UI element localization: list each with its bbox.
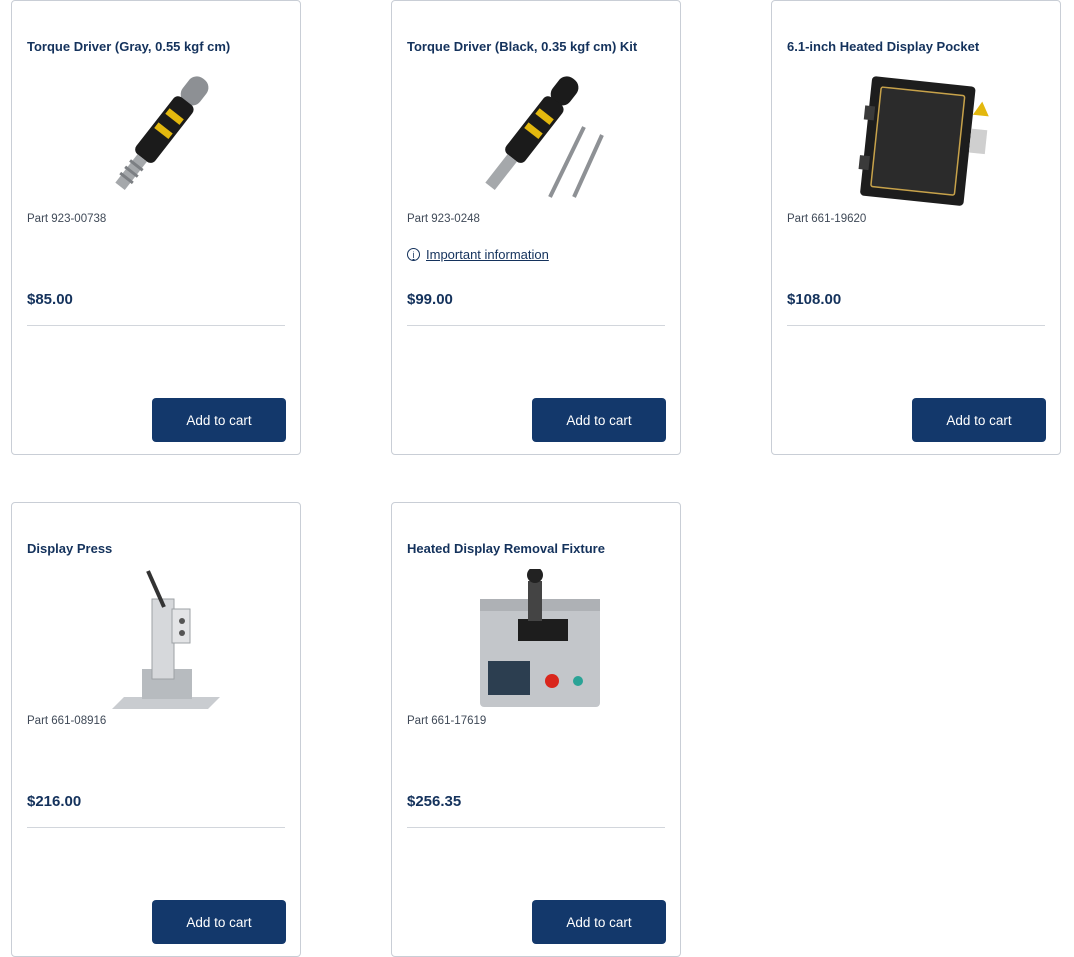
product-card: Display Press Part 661-08916 $216.00 Add… — [11, 502, 301, 957]
price: $85.00 — [27, 291, 73, 308]
divider — [787, 325, 1045, 326]
divider — [407, 325, 665, 326]
product-card: Heated Display Removal Fixture Part 661-… — [391, 502, 681, 957]
divider — [27, 827, 285, 828]
price: $108.00 — [787, 291, 842, 308]
part-number: Part 661-08916 — [27, 715, 107, 727]
product-title[interactable]: Torque Driver (Black, 0.35 kgf cm) Kit — [407, 39, 637, 54]
part-number: Part 661-19620 — [787, 213, 867, 225]
divider — [407, 827, 665, 828]
part-number: Part 661-17619 — [407, 715, 487, 727]
product-card: Torque Driver (Gray, 0.55 kgf cm) Part 9… — [11, 0, 301, 455]
add-to-cart-button[interactable]: Add to cart — [912, 398, 1046, 442]
product-card: Torque Driver (Black, 0.35 kgf cm) Kit P… — [391, 0, 681, 455]
product-title[interactable]: Torque Driver (Gray, 0.55 kgf cm) — [27, 39, 230, 54]
product-title[interactable]: 6.1-inch Heated Display Pocket — [787, 39, 979, 54]
product-image[interactable] — [72, 569, 242, 713]
important-information-link[interactable]: i Important information — [407, 247, 549, 262]
product-image[interactable] — [72, 67, 242, 211]
info-link-label: Important information — [426, 247, 549, 262]
add-to-cart-button[interactable]: Add to cart — [152, 398, 286, 442]
product-title[interactable]: Display Press — [27, 541, 112, 556]
product-card: 6.1-inch Heated Display Pocket Part 661-… — [771, 0, 1061, 455]
price: $256.35 — [407, 793, 462, 810]
info-icon: i — [407, 248, 420, 261]
price: $216.00 — [27, 793, 82, 810]
part-number: Part 923-0248 — [407, 213, 480, 225]
add-to-cart-button[interactable]: Add to cart — [532, 398, 666, 442]
price: $99.00 — [407, 291, 453, 308]
product-image[interactable] — [452, 569, 622, 713]
product-image[interactable] — [832, 67, 1002, 211]
product-image[interactable] — [452, 67, 622, 211]
add-to-cart-button[interactable]: Add to cart — [152, 900, 286, 944]
divider — [27, 325, 285, 326]
part-number: Part 923-00738 — [27, 213, 107, 225]
add-to-cart-button[interactable]: Add to cart — [532, 900, 666, 944]
product-title[interactable]: Heated Display Removal Fixture — [407, 541, 605, 556]
